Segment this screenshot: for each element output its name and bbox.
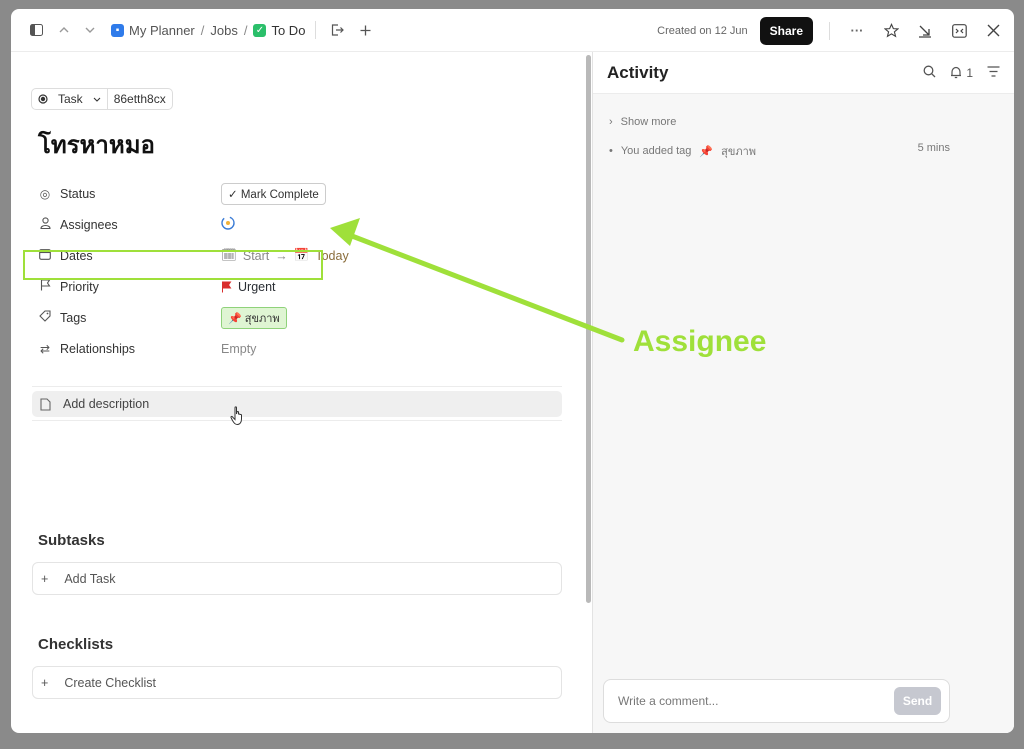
tags-label: Tags [60, 310, 87, 325]
breadcrumb-separator: / [200, 22, 205, 38]
close-icon[interactable] [982, 20, 1004, 42]
notification-count: 1 [966, 65, 973, 80]
comment-input[interactable]: Write a comment... Send [603, 679, 950, 723]
activity-panel: Activity 1 › Show more • You added tag 📌… [593, 52, 1014, 733]
share-button[interactable]: Share [759, 16, 813, 45]
add-icon[interactable] [354, 19, 376, 41]
chevron-down-icon [93, 97, 101, 102]
send-button[interactable]: Send [894, 687, 941, 715]
status-label: Status [60, 186, 96, 201]
add-task-label: Add Task [64, 571, 116, 586]
minimize-icon[interactable] [914, 20, 936, 42]
task-type-label: Task [58, 92, 83, 106]
bullet-icon: • [609, 145, 613, 157]
hand-cursor-icon [230, 406, 242, 426]
breadcrumb: ▪ My Planner / Jobs / ✓ To Do [111, 19, 376, 41]
breadcrumb-my-planner[interactable]: ▪ My Planner [111, 23, 195, 38]
chevron-up-icon[interactable] [53, 19, 75, 41]
relationships-value[interactable]: Empty [221, 342, 256, 356]
breadcrumb-to-do[interactable]: ✓ To Do [253, 23, 305, 38]
breadcrumb-jobs[interactable]: Jobs [210, 23, 237, 38]
task-detail-pane: Task 86etth8cx โทรหาหมอ ◎ Status ✓ Mark C… [11, 52, 581, 733]
checkbox-icon: ✓ [253, 23, 267, 37]
status-icon: ◎ [39, 186, 51, 201]
breadcrumb-my-planner-label: My Planner [129, 22, 195, 38]
task-type-icon [38, 94, 48, 104]
expand-icon[interactable] [948, 20, 970, 42]
top-right-tools: Created on 12 Jun Share ··· [657, 9, 1004, 52]
mark-complete-label: Mark Complete [240, 188, 319, 201]
add-task-button[interactable]: + Add Task [32, 562, 562, 595]
assignee-avatar-icon[interactable] [221, 216, 235, 233]
document-icon [40, 397, 51, 411]
bell-icon [951, 66, 962, 79]
breadcrumb-separator: / [243, 22, 248, 38]
priority-value[interactable]: Urgent [238, 280, 276, 294]
show-more-button[interactable]: › Show more [609, 116, 676, 128]
plus-icon: + [41, 571, 49, 586]
activity-item: • You added tag 📌 สุขภาพ [609, 142, 756, 160]
pushpin-icon: 📌 [228, 312, 245, 325]
field-tags: Tags 📌 สุขภาพ [38, 302, 558, 333]
pushpin-icon: 📌 [699, 145, 714, 158]
field-status: ◎ Status ✓ Mark Complete [38, 178, 558, 209]
relationships-icon: ⇄ [39, 341, 51, 356]
notifications-button[interactable]: 1 [950, 66, 973, 80]
tag-chip[interactable]: 📌 สุขภาพ [221, 306, 287, 329]
task-type-selector[interactable]: Task [32, 89, 107, 109]
subtasks-title: Subtasks [38, 532, 105, 549]
checklists-title: Checklists [38, 636, 114, 653]
top-bar: ▪ My Planner / Jobs / ✓ To Do Created on… [11, 9, 1014, 52]
flag-outline-icon [38, 279, 52, 294]
breadcrumb-to-do-label: To Do [271, 22, 306, 38]
relationships-label: Relationships [60, 341, 136, 356]
task-title[interactable]: โทรหาหมอ [38, 125, 155, 164]
assignees-highlight-box [23, 250, 323, 280]
activity-item-text: You added tag [620, 145, 692, 157]
divider [829, 21, 830, 40]
annotation-label: Assignee [633, 325, 767, 358]
activity-item-tag: สุขภาพ [721, 146, 757, 158]
field-assignees: Assignees [38, 209, 558, 240]
assignees-label: Assignees [60, 217, 118, 232]
create-checklist-button[interactable]: + Create Checklist [32, 666, 562, 699]
planner-icon: ▪ [111, 23, 124, 37]
add-description-label: Add description [63, 397, 150, 411]
star-icon[interactable] [880, 20, 902, 42]
add-description-button[interactable]: Add description [32, 391, 562, 417]
show-more-label: Show more [620, 116, 677, 128]
chevron-right-icon: › [609, 116, 613, 128]
task-type-chip[interactable]: Task 86etth8cx [31, 88, 173, 110]
activity-header: Activity 1 [593, 52, 1014, 94]
checkmark-icon: ✓ [228, 188, 241, 201]
created-date: Created on 12 Jun [657, 24, 748, 37]
left-scrollbar[interactable] [586, 55, 591, 603]
filter-icon[interactable] [987, 65, 1000, 80]
divider [32, 386, 562, 387]
activity-item-time: 5 mins [917, 142, 950, 154]
divider [315, 21, 317, 39]
divider [32, 420, 562, 421]
sidebar-toggle-icon[interactable] [25, 19, 47, 41]
create-checklist-label: Create Checklist [64, 675, 157, 690]
urgent-flag-icon [222, 281, 232, 292]
chevron-down-icon[interactable] [79, 19, 101, 41]
more-icon[interactable]: ··· [846, 20, 868, 42]
search-icon[interactable] [923, 65, 936, 81]
priority-label: Priority [60, 279, 99, 294]
task-id[interactable]: 86etth8cx [106, 89, 172, 109]
activity-title: Activity [607, 62, 669, 82]
move-icon[interactable] [326, 19, 348, 41]
comment-placeholder: Write a comment... [618, 694, 719, 708]
person-icon [38, 217, 52, 232]
field-relationships: ⇄ Relationships Empty [38, 333, 558, 364]
plus-icon: + [41, 675, 49, 690]
tag-chip-label: สุขภาพ [244, 312, 280, 325]
task-modal: ▪ My Planner / Jobs / ✓ To Do Created on… [11, 9, 1014, 733]
tag-icon [38, 310, 52, 325]
mark-complete-button[interactable]: ✓ Mark Complete [221, 182, 326, 205]
